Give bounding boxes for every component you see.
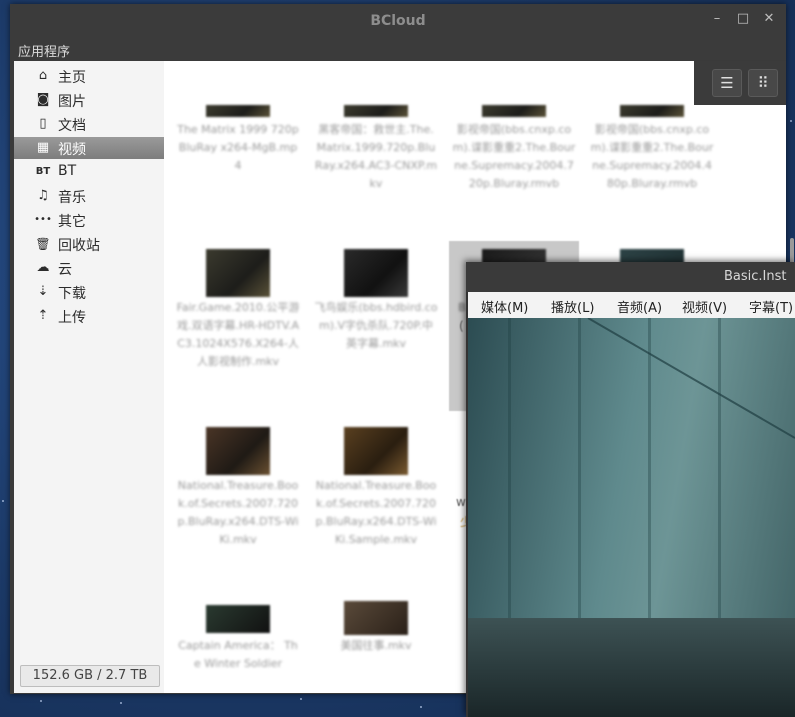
file-thumbnail[interactable] [620,105,684,117]
sidebar-item-documents[interactable]: ▯ 文档 [14,113,164,135]
menu-subtitle[interactable]: 字幕(T) [749,297,793,316]
sidebar-item-label: 视频 [58,142,86,158]
menu-media[interactable]: 媒体(M) [481,297,528,316]
list-view-button[interactable]: ☰ [712,69,742,97]
close-button[interactable]: ✕ [760,11,778,26]
sidebar-item-label: 其它 [58,214,86,230]
sidebar-item-music[interactable]: ♫ 音乐 [14,185,164,207]
file-thumbnail[interactable] [344,249,408,297]
file-thumbnail[interactable] [206,105,270,117]
trash-icon: 🗑 [35,237,51,251]
download-icon: ⇣ [37,284,49,299]
document-icon: ▯ [39,116,47,131]
sidebar-item-bt[interactable]: BT BT [14,161,164,183]
list-icon: ☰ [720,74,734,92]
app-menu[interactable]: 应用程序 [18,41,70,60]
file-name[interactable]: Captain America： The Winter Soldier [176,637,300,673]
storage-usage: 152.6 GB / 2.7 TB [20,665,160,687]
menu-playback[interactable]: 播放(L) [551,297,594,316]
partial-text: ( [459,319,464,333]
menu-audio[interactable]: 音频(A) [617,297,662,316]
music-icon: ♫ [37,188,49,203]
file-thumbnail[interactable] [344,601,408,635]
sidebar-item-label: 主页 [58,70,86,86]
view-toolbar: ☰ ⠿ [694,61,786,105]
player-titlebar[interactable]: Basic.Inst [466,262,795,292]
menu-video[interactable]: 视频(V) [682,297,727,316]
file-thumbnail[interactable] [206,249,270,297]
file-name[interactable]: 影视帝国(bbs.cnxp.com).谍影重重2.The.Bourne.Supr… [590,121,714,193]
grid-icon: ⠿ [757,74,769,92]
sidebar-item-label: 音乐 [58,190,86,206]
minimize-button[interactable]: – [708,11,726,26]
sidebar-item-other[interactable]: ••• 其它 [14,209,164,231]
partial-text: w [456,495,466,509]
sidebar-item-label: BT [58,163,77,179]
file-name[interactable]: National.Treasure.Book.of.Secrets.2007.7… [314,477,438,549]
sidebar-item-label: 云 [58,262,72,278]
sidebar-item-label: 上传 [58,310,86,326]
grid-view-button[interactable]: ⠿ [748,69,778,97]
app-menubar: 应用程序 [10,38,786,60]
sidebar-item-label: 图片 [58,94,86,110]
file-name[interactable]: Fair.Game.2010.公平游戏.双语字幕.HR-HDTV.AC3.102… [176,299,300,371]
player-menubar: 媒体(M) 播放(L) 音频(A) 视频(V) 字幕(T) [468,292,795,318]
sidebar-item-cloud[interactable]: ☁ 云 [14,257,164,279]
player-window: Basic.Inst 媒体(M) 播放(L) 音频(A) 视频(V) 字幕(T) [466,262,795,717]
window-title: BCloud [370,13,426,29]
sidebar-item-pictures[interactable]: ◙ 图片 [14,89,164,111]
file-thumbnail[interactable] [344,105,408,117]
file-name[interactable]: National.Treasure.Book.of.Secrets.2007.7… [176,477,300,549]
sidebar-item-trash[interactable]: 🗑 回收站 [14,233,164,255]
more-icon: ••• [34,214,52,225]
file-thumbnail[interactable] [482,105,546,117]
file-thumbnail[interactable] [344,427,408,475]
camera-icon: ◙ [36,92,50,107]
player-title: Basic.Inst [724,269,787,284]
cloud-icon: ☁ [36,260,50,275]
file-name[interactable]: 飞鸟娱乐(bbs.hdbird.com).V字仇杀队.720P.中英字幕.mkv [314,299,438,353]
file-name[interactable]: The Matrix 1999 720p BluRay x264-MgB.mp4 [176,121,300,175]
sidebar-item-label: 回收站 [58,238,100,254]
file-thumbnail[interactable] [206,605,270,633]
video-frame[interactable] [468,318,795,717]
film-icon: ▦ [36,140,50,155]
file-thumbnail[interactable] [206,427,270,475]
sidebar-item-label: 文档 [58,118,86,134]
upload-icon: ⇡ [37,308,49,323]
sidebar-item-download[interactable]: ⇣ 下载 [14,281,164,303]
video-floor [468,618,795,717]
bt-icon: BT [35,166,51,177]
maximize-button[interactable]: □ [734,11,752,26]
file-name[interactable]: 美国往事.mkv [314,637,438,655]
sidebar-item-home[interactable]: ⌂ 主页 [14,65,164,87]
sidebar: ⌂ 主页 ◙ 图片 ▯ 文档 ▦ 视频 BT BT ♫ 音乐 ••• 其它 🗑 [14,61,164,693]
file-name[interactable]: 黑客帝国：救世主.The.Matrix.1999.720p.BluRay.x26… [314,121,438,193]
bcloud-titlebar[interactable]: BCloud – □ ✕ [10,4,786,38]
home-icon: ⌂ [38,68,48,83]
sidebar-item-videos[interactable]: ▦ 视频 [14,137,164,159]
sidebar-item-upload[interactable]: ⇡ 上传 [14,305,164,327]
file-name[interactable]: 影视帝国(bbs.cnxp.com).谍影重重2.The.Bourne.Supr… [452,121,576,193]
sidebar-item-label: 下载 [58,286,86,302]
